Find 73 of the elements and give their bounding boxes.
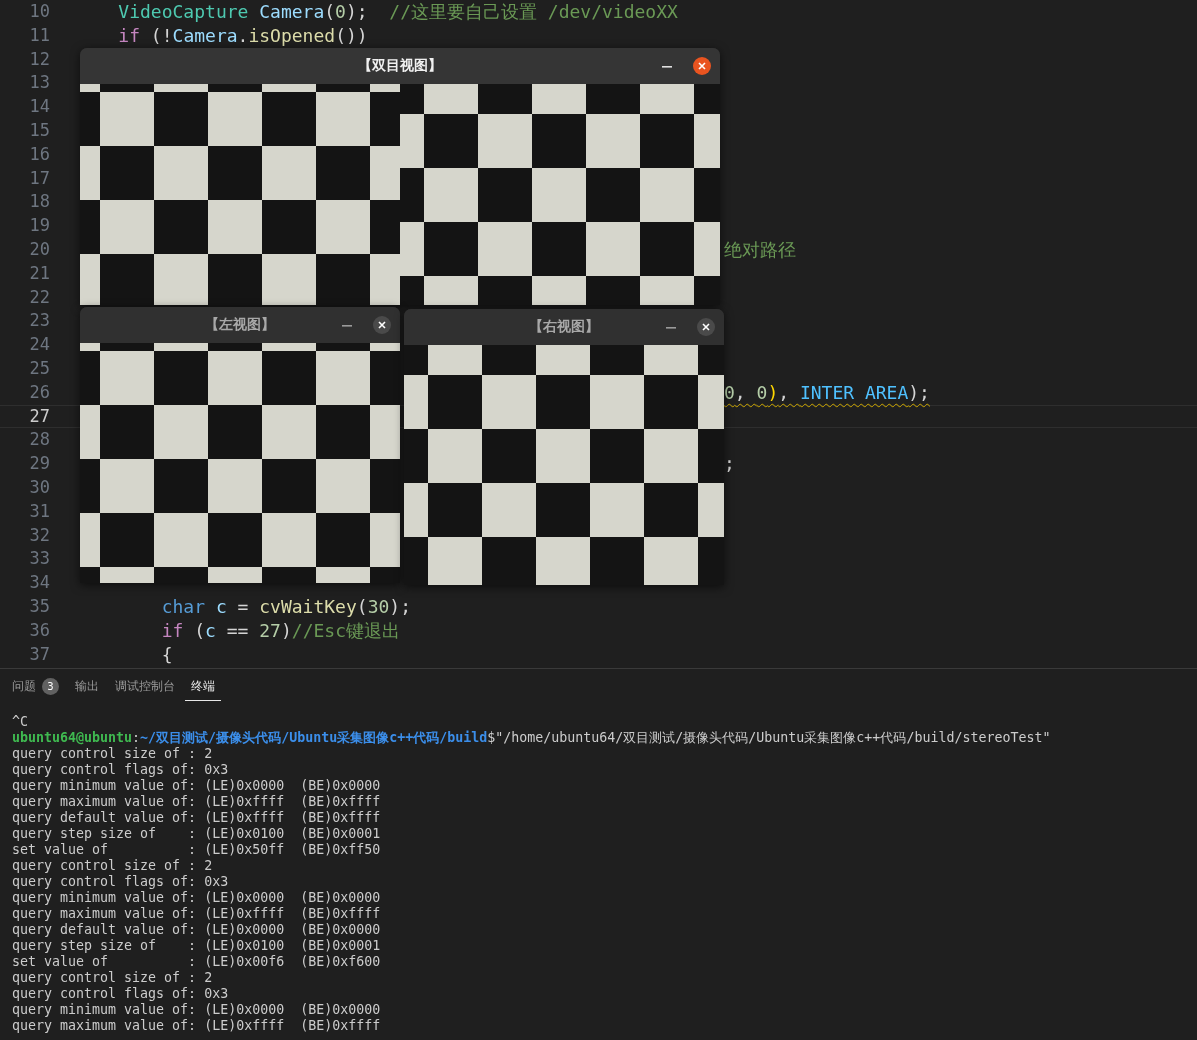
- line-number: 22: [28, 285, 50, 309]
- line-number: 28: [28, 428, 50, 452]
- line-number: 19: [28, 214, 50, 238]
- line-number: 37: [28, 642, 50, 666]
- terminal-line: query maximum value of: (LE)0xffff (BE)0xffff: [12, 1018, 381, 1034]
- window-title: 【右视图】: [529, 318, 599, 336]
- terminal-line: set value of : (LE)0x00f6 (BE)0xf600: [12, 954, 381, 970]
- line-number: 30: [28, 475, 50, 499]
- line-number: 33: [28, 547, 50, 571]
- line-number: 16: [28, 142, 50, 166]
- terminal-line: query control flags of: 0x3: [12, 874, 229, 890]
- window-titlebar[interactable]: 【左视图】: [80, 307, 400, 343]
- terminal-line: query step size of : (LE)0x0100 (BE)0x0001: [12, 826, 381, 842]
- close-icon[interactable]: [373, 316, 391, 334]
- code-line: VideoCapture Camera(0); //这里要自己设置 /dev/videoXX: [117, 0, 678, 24]
- terminal-line: query control size of : 2: [12, 970, 213, 986]
- panel-tab[interactable]: 终端: [185, 673, 221, 701]
- terminal-line: query control flags of: 0x3: [12, 762, 229, 778]
- panel-tab[interactable]: 问题 3: [6, 672, 65, 702]
- code-line: char c = cvWaitKey(30);: [160, 594, 411, 619]
- line-number: 35: [28, 594, 50, 618]
- close-icon[interactable]: [697, 318, 715, 336]
- line-number: 20: [28, 237, 50, 261]
- line-number: 15: [28, 119, 50, 142]
- line-number: 24: [28, 333, 50, 357]
- line-number: 11: [28, 23, 50, 47]
- terminal-line: query control size of : 2: [12, 858, 213, 874]
- image-window[interactable]: 【双目视图】: [80, 48, 720, 305]
- window-titlebar[interactable]: 【右视图】: [404, 309, 724, 345]
- count-badge: 3: [42, 678, 59, 695]
- line-number: 25: [28, 356, 50, 380]
- line-number: 29: [28, 452, 50, 476]
- terminal-line: query minimum value of: (LE)0x0000 (BE)0x0000: [12, 778, 381, 794]
- code-line: {: [160, 642, 173, 667]
- line-number: 31: [28, 499, 50, 523]
- terminal-line: query control size of : 2: [12, 746, 213, 762]
- window-titlebar[interactable]: 【双目视图】: [80, 48, 720, 84]
- line-number: 32: [28, 523, 50, 547]
- terminal-line: ^C: [12, 714, 28, 730]
- terminal-prompt-line: ubuntu64@ubuntu:~/双目测试/摄像头代码/Ubuntu采集图像c++代码/build$"/home/ubuntu64/双目测试/摄像头代码/Ubuntu采集图像c++代码/build/stereoTest": [12, 730, 1051, 746]
- line-number: 26: [28, 380, 50, 404]
- line-number: 12: [28, 47, 50, 71]
- terminal-line: query maximum value of: (LE)0xffff (BE)0xffff: [12, 906, 381, 922]
- code-line: ;: [724, 452, 735, 476]
- code-line: 0, 0), INTER AREA);: [724, 380, 930, 405]
- close-icon[interactable]: [693, 57, 711, 75]
- line-number: 17: [28, 166, 50, 190]
- window-title: 【左视图】: [205, 316, 275, 334]
- terminal-line: query default value of: (LE)0xffff (BE)0xffff: [12, 810, 381, 826]
- terminal-line: query minimum value of: (LE)0x0000 (BE)0x0000: [12, 890, 381, 906]
- terminal-line: query minimum value of: (LE)0x0000 (BE)0x0000: [12, 1002, 381, 1018]
- line-number: 14: [28, 95, 50, 119]
- image-window[interactable]: 【右视图】: [404, 309, 724, 585]
- terminal-line: query step size of : (LE)0x0100 (BE)0x0001: [12, 938, 381, 954]
- code-line: 绝对路径: [724, 237, 796, 262]
- line-number: 13: [28, 71, 50, 95]
- terminal-line: set value of : (LE)0x50ff (BE)0xff50: [12, 842, 381, 858]
- window-title: 【双目视图】: [358, 57, 442, 75]
- line-number: 23: [28, 309, 50, 333]
- image-window[interactable]: 【左视图】: [80, 307, 400, 583]
- terminal-line: query maximum value of: (LE)0xffff (BE)0xffff: [12, 794, 381, 810]
- line-number: 18: [28, 190, 50, 214]
- code-line: if (c == 27)//Esc键退出: [160, 618, 400, 643]
- panel-tab[interactable]: 调试控制台: [109, 673, 181, 701]
- code-line: if (!Camera.isOpened()): [117, 23, 368, 48]
- line-number: 27: [28, 405, 50, 428]
- line-number: 34: [28, 571, 50, 595]
- line-number: 21: [28, 261, 50, 285]
- line-number: 36: [28, 618, 50, 642]
- line-number: 10: [28, 0, 50, 23]
- terminal-line: query default value of: (LE)0x0000 (BE)0x0000: [12, 922, 381, 938]
- terminal-line: query control flags of: 0x3: [12, 986, 229, 1002]
- panel-tab[interactable]: 输出: [69, 673, 105, 701]
